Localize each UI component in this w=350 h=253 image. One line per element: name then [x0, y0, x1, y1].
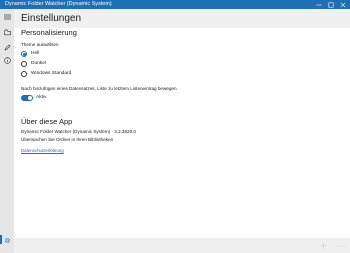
personalization-heading: Personalisierung: [21, 28, 77, 37]
plus-icon: [320, 242, 327, 249]
app-window: Dynamic Folder Watcher (Dynamic System): [0, 0, 350, 253]
radio-unchecked-icon: [21, 71, 27, 77]
theme-option-label: Windows Standard: [31, 71, 72, 76]
maximize-button[interactable]: [325, 0, 337, 9]
theme-option-windows-default[interactable]: Windows Standard: [21, 70, 71, 78]
add-button[interactable]: [319, 241, 328, 250]
nav-info-button[interactable]: [0, 54, 14, 66]
theme-prompt: Theme auswählen: [21, 42, 59, 47]
nav-folders-button[interactable]: [0, 26, 14, 38]
nav-edit-button[interactable]: [0, 41, 14, 53]
theme-option-label: Dunkel: [31, 61, 46, 66]
radio-checked-icon: [21, 51, 27, 57]
scroll-setting-toggle[interactable]: Aktiv: [21, 94, 46, 101]
minimize-button[interactable]: [313, 0, 325, 9]
more-button[interactable]: [336, 241, 345, 250]
maximize-icon: [328, 2, 334, 8]
privacy-policy-link[interactable]: Datenschutzerklärung: [21, 148, 64, 154]
page-title: Einstellungen: [21, 13, 82, 24]
theme-option-dark[interactable]: Dunkel: [21, 60, 46, 68]
minimize-icon: [316, 4, 322, 5]
gear-icon: [4, 237, 10, 243]
window-title: Dynamic Folder Watcher (Dynamic System): [5, 1, 112, 7]
folders-icon: [3, 28, 11, 35]
page-header: Einstellungen: [14, 9, 350, 28]
theme-option-label: Hell: [31, 51, 40, 56]
app-description: Überwachen Sie Ordner in Ihren Bibliothe…: [21, 137, 114, 142]
title-bar: Dynamic Folder Watcher (Dynamic System): [0, 0, 350, 9]
pencil-icon: [4, 43, 11, 50]
info-icon: [3, 56, 11, 64]
close-button[interactable]: [337, 0, 349, 9]
close-icon: [340, 2, 346, 7]
scroll-setting-description: Nach hinzufügen eines Datensatzes, Liste…: [21, 86, 178, 91]
hamburger-menu-button[interactable]: [0, 11, 14, 23]
theme-option-light[interactable]: Hell: [21, 50, 39, 58]
hamburger-icon: [3, 14, 11, 20]
navigation-rail: [0, 9, 14, 253]
radio-unchecked-icon: [21, 61, 27, 67]
about-heading: Über diese App: [21, 117, 73, 126]
toggle-switch[interactable]: [21, 94, 33, 101]
nav-settings-button[interactable]: [0, 234, 14, 246]
more-icon: [336, 244, 345, 247]
toggle-label: Aktiv: [36, 94, 47, 100]
settings-content: Personalisierung Theme auswählen Hell Du…: [14, 28, 350, 238]
command-bar: [14, 238, 350, 253]
app-name-version: Dynamic Folder Watcher (Dynamic System) …: [21, 129, 136, 134]
